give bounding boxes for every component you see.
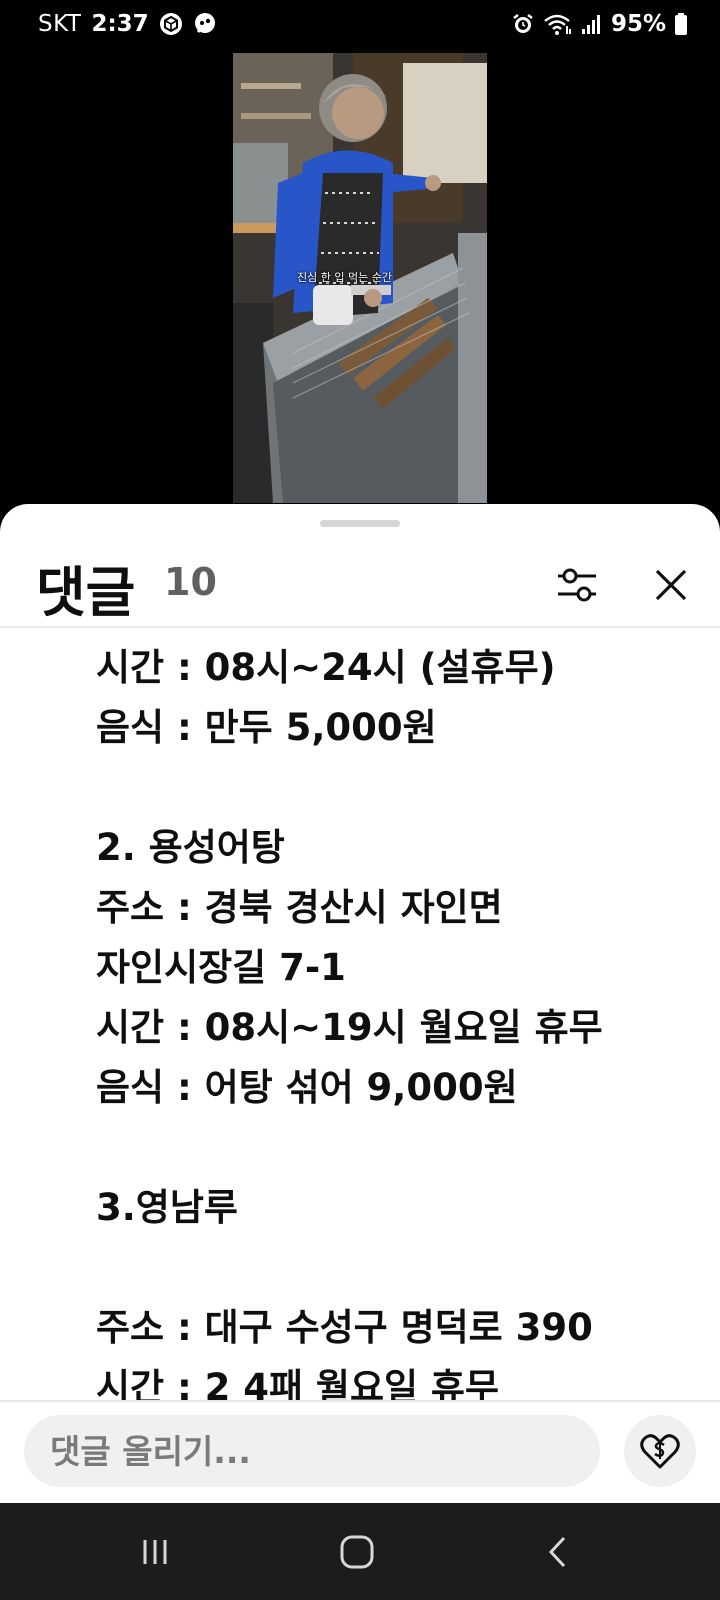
home-icon bbox=[340, 1535, 374, 1569]
comment-line: 음식 : 만두 5,000원 bbox=[96, 706, 437, 749]
close-button[interactable] bbox=[644, 558, 698, 612]
comments-header: 댓글 10 bbox=[0, 534, 720, 634]
comments-title: 댓글 bbox=[36, 561, 136, 624]
comment-line: 주소 : 경북 경산시 자인면 bbox=[96, 886, 503, 929]
sliders-icon bbox=[558, 568, 596, 602]
back-button[interactable] bbox=[528, 1529, 588, 1575]
comment-line: 주소 : 대구 수성구 명덕로 390 bbox=[96, 1306, 593, 1349]
back-icon bbox=[548, 1536, 566, 1568]
comment-line bbox=[96, 1118, 696, 1178]
comment-scroll-area[interactable]: 시간 : 08시~24시 (설휴무) 음식 : 만두 5,000원 2. 용성어… bbox=[0, 628, 720, 1400]
signal-icon bbox=[581, 12, 603, 36]
comment-line bbox=[96, 758, 696, 818]
status-right: 95% bbox=[511, 11, 688, 37]
home-button[interactable] bbox=[327, 1529, 387, 1575]
comments-count: 10 bbox=[164, 560, 217, 604]
comment-line: 시간 : 2 4패 월요일 휴무 bbox=[96, 1366, 500, 1400]
recents-icon bbox=[143, 1540, 167, 1564]
comment-text: 시간 : 08시~24시 (설휴무) 음식 : 만두 5,000원 2. 용성어… bbox=[96, 638, 696, 1400]
comment-input-bar bbox=[0, 1400, 720, 1503]
cube-icon bbox=[159, 12, 183, 36]
recents-button[interactable] bbox=[125, 1529, 185, 1575]
chat-bubble-icon bbox=[193, 12, 217, 36]
comment-line: 시간 : 08시~19시 월요일 휴무 bbox=[96, 1006, 603, 1049]
wifi-icon bbox=[543, 12, 573, 36]
comment-line bbox=[96, 1238, 696, 1298]
comment-line: 3.영남루 bbox=[96, 1186, 238, 1229]
video-player[interactable]: 진심 한 입 먹는 순간 bbox=[233, 53, 487, 503]
video-caption: 진심 한 입 먹는 순간 bbox=[297, 271, 392, 284]
status-bar: SKT 2:37 95% bbox=[0, 0, 720, 52]
comment-input[interactable] bbox=[24, 1415, 600, 1487]
comment-line: 2. 용성어탕 bbox=[96, 826, 285, 869]
comment-line: 자인시장길 7-1 bbox=[96, 946, 346, 989]
heart-dollar-icon bbox=[640, 1434, 680, 1469]
system-nav-bar bbox=[0, 1503, 720, 1600]
battery-icon bbox=[674, 12, 688, 36]
status-left: SKT 2:37 bbox=[38, 11, 217, 37]
alarm-icon bbox=[511, 12, 535, 36]
comment-line: 시간 : 08시~24시 (설휴무) bbox=[96, 646, 556, 689]
clock: 2:37 bbox=[91, 11, 149, 37]
sort-filter-button[interactable] bbox=[550, 558, 604, 612]
battery-percent: 95% bbox=[610, 11, 666, 37]
carrier-label: SKT bbox=[38, 11, 82, 37]
close-icon bbox=[655, 569, 687, 601]
comment-line: 음식 : 어탕 섞어 9,000원 bbox=[96, 1066, 518, 1109]
super-thanks-button[interactable] bbox=[624, 1415, 696, 1487]
drag-handle[interactable] bbox=[320, 520, 400, 527]
